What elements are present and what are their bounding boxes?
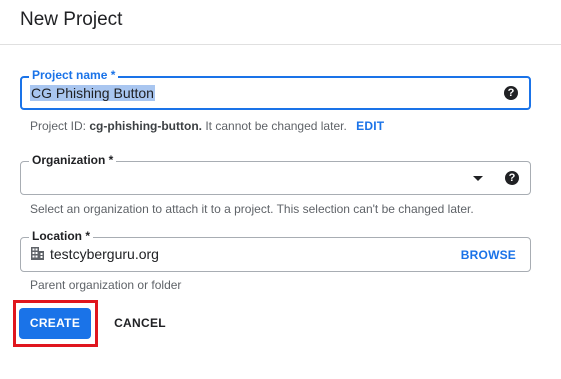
dialog-title: New Project bbox=[20, 9, 123, 30]
project-name-input[interactable]: CG Phishing Button bbox=[30, 85, 155, 101]
location-field[interactable]: Location * testcyberguru.org BROWSE bbox=[20, 229, 531, 272]
project-id-value: cg-phishing-button. bbox=[89, 119, 202, 133]
organization-select[interactable]: Organization * ? bbox=[20, 153, 531, 195]
location-label: Location * bbox=[29, 229, 94, 243]
project-name-field[interactable]: Project name * CG Phishing Button ? bbox=[20, 68, 531, 110]
create-button[interactable]: CREATE bbox=[19, 308, 91, 339]
building-icon bbox=[31, 247, 44, 260]
project-name-value: CG Phishing Button bbox=[30, 85, 155, 101]
organization-label: Organization * bbox=[29, 153, 117, 167]
browse-button[interactable]: BROWSE bbox=[461, 248, 516, 262]
chevron-down-icon[interactable] bbox=[473, 176, 483, 181]
edit-project-id-link[interactable]: EDIT bbox=[356, 119, 384, 133]
project-id-hint: Project ID: cg-phishing-button. It canno… bbox=[30, 119, 384, 133]
dialog-header: New Project bbox=[0, 0, 561, 45]
organization-hint: Select an organization to attach it to a… bbox=[30, 202, 474, 216]
location-hint: Parent organization or folder bbox=[30, 278, 182, 292]
help-icon[interactable]: ? bbox=[504, 86, 518, 100]
project-name-label: Project name * bbox=[29, 68, 119, 82]
project-id-suffix: It cannot be changed later. bbox=[205, 119, 347, 133]
location-value: testcyberguru.org bbox=[50, 246, 159, 262]
help-icon[interactable]: ? bbox=[505, 171, 519, 185]
cancel-button[interactable]: CANCEL bbox=[104, 308, 176, 339]
project-id-prefix: Project ID: bbox=[30, 119, 87, 133]
